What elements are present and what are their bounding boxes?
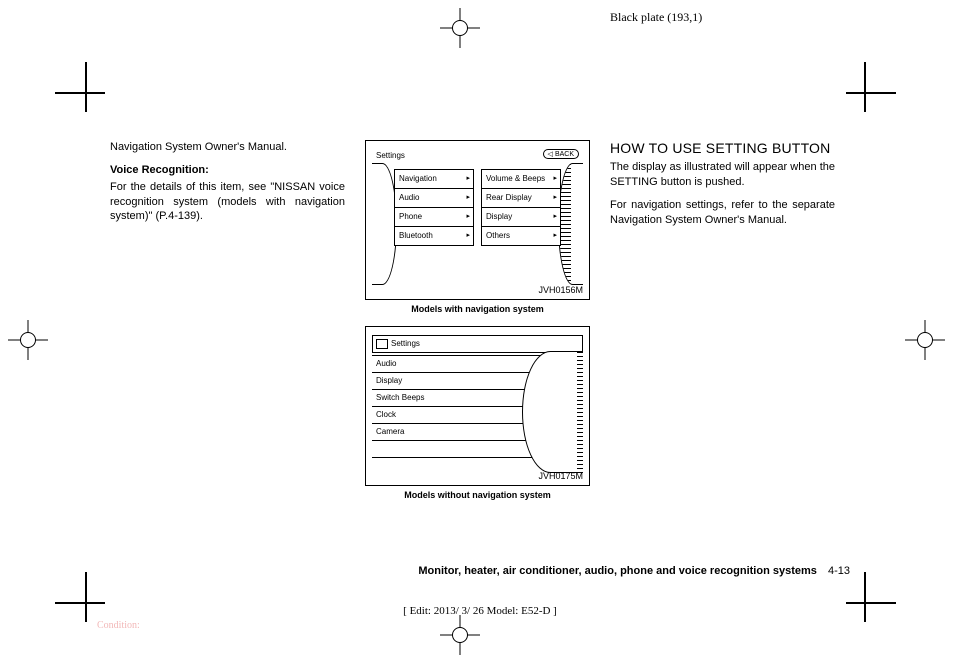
page-number: 4-13 [828, 565, 850, 577]
list-label: Phone [399, 212, 422, 221]
list-item: Phone ▸ [394, 208, 474, 227]
voice-recognition-heading: Voice Recognition: [110, 163, 345, 178]
chevron-right-icon: ▸ [466, 208, 470, 226]
crop-mark [55, 602, 105, 604]
list-label: Volume & Beeps [486, 174, 545, 183]
chevron-right-icon: ▸ [553, 227, 557, 245]
figure2-title: Settings [391, 339, 420, 348]
list-label: Navigation [399, 174, 437, 183]
figure-nonav-settings: Settings Audio Display Switch Beeps Cloc… [365, 326, 590, 486]
registration-mark [905, 320, 945, 360]
section-heading: HOW TO USE SETTING BUTTON [610, 140, 835, 156]
page-body: Navigation System Owner's Manual. Voice … [110, 140, 850, 512]
list-item: Bluetooth ▸ [394, 227, 474, 246]
chevron-right-icon: ▸ [553, 170, 557, 188]
condition-label: Condition: [97, 620, 140, 631]
crop-mark [846, 602, 896, 604]
crop-mark [864, 572, 866, 622]
voice-recognition-body: For the details of this item, see "NISSA… [110, 180, 345, 225]
crop-mark [85, 62, 87, 112]
column-right: HOW TO USE SETTING BUTTON The display as… [610, 140, 835, 512]
section-p1: The display as illustrated will appear w… [610, 160, 835, 190]
registration-mark [440, 8, 480, 48]
back-arrow-icon: ◁ [548, 150, 553, 158]
column-figures: Settings ◁ BACK Navigation ▸ Audio ▸ Phone… [365, 140, 590, 512]
list-item: Display ▸ [481, 208, 561, 227]
crop-mark [846, 92, 896, 94]
plate-label: Black plate (193,1) [610, 10, 702, 25]
chevron-right-icon: ▸ [553, 189, 557, 207]
chevron-right-icon: ▸ [466, 170, 470, 188]
chevron-right-icon: ▸ [553, 208, 557, 226]
list-label: Audio [399, 193, 419, 202]
crop-mark [85, 572, 87, 622]
figure-nav-settings: Settings ◁ BACK Navigation ▸ Audio ▸ Phone… [365, 140, 590, 300]
list-label: Bluetooth [399, 231, 433, 240]
list-item: Rear Display ▸ [481, 189, 561, 208]
list-item: Others ▸ [481, 227, 561, 246]
right-curve [558, 163, 583, 285]
footer-line: Monitor, heater, air conditioner, audio,… [110, 565, 850, 577]
figure2-id: JVH0175M [538, 471, 583, 481]
chevron-right-icon: ▸ [466, 227, 470, 245]
list-label: Display [486, 212, 512, 221]
figure1-caption: Models with navigation system [365, 304, 590, 314]
list-item: Navigation ▸ [394, 169, 474, 189]
figure1-right-list: Volume & Beeps ▸ Rear Display ▸ Display ▸ O… [481, 169, 561, 246]
crop-mark [55, 92, 105, 94]
registration-mark [8, 320, 48, 360]
scroll-ticks [577, 352, 583, 472]
section-p2: For navigation settings, refer to the se… [610, 198, 835, 228]
back-label: BACK [555, 151, 574, 158]
registration-mark [440, 615, 480, 655]
figure1-left-list: Navigation ▸ Audio ▸ Phone ▸ Bluetooth ▸ [394, 169, 474, 246]
figure1-title: Settings [376, 151, 405, 160]
list-item: Audio ▸ [394, 189, 474, 208]
list-item: Volume & Beeps ▸ [481, 169, 561, 189]
figure2-caption: Models without navigation system [365, 490, 590, 500]
nav-manual-line: Navigation System Owner's Manual. [110, 140, 345, 155]
list-label: Rear Display [486, 193, 532, 202]
back-button: ◁ BACK [543, 149, 579, 159]
gear-icon [376, 339, 388, 349]
chevron-right-icon: ▸ [466, 189, 470, 207]
edit-line: [ Edit: 2013/ 3/ 26 Model: E52-D ] [110, 605, 850, 617]
list-label: Others [486, 231, 510, 240]
section-footer: Monitor, heater, air conditioner, audio,… [418, 565, 817, 577]
crop-mark [864, 62, 866, 112]
column-left: Navigation System Owner's Manual. Voice … [110, 140, 345, 512]
figure1-id: JVH0156M [538, 285, 583, 295]
right-curve [522, 351, 583, 473]
